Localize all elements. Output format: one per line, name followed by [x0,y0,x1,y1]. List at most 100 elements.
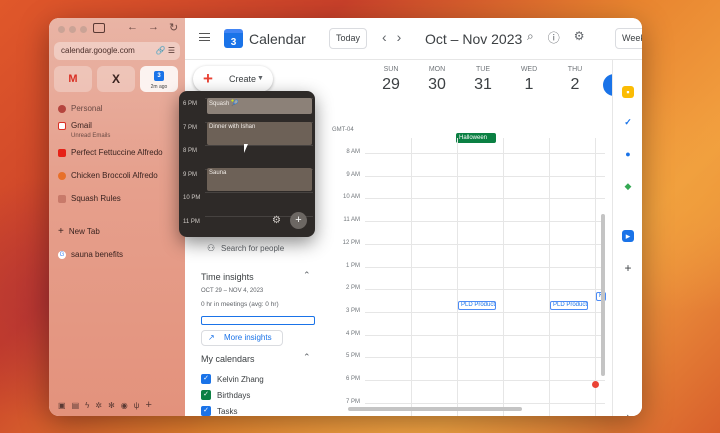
pinned-tab-gmail[interactable]: Gmail Unread Emails [58,121,110,139]
sidebar-toggle-icon[interactable] [93,23,105,33]
add-event-button[interactable]: + [290,212,307,229]
my-calendars-title[interactable]: My calendars [201,354,255,364]
add-icon[interactable]: + [145,400,151,411]
calendar-header: 3 Calendar Today ‹ › Oct – Nov 2023 ⌕ ⓘ … [185,18,642,60]
chevron-down-icon: ▼ [257,75,264,82]
hour-gridline [365,198,605,200]
popup-hour-label: 9 PM [183,171,198,178]
day-date: 31 [474,76,492,93]
gmail-icon: M [68,73,78,85]
minimize-window-button[interactable] [69,26,76,33]
zoom-icon[interactable]: ▸ [622,230,634,242]
search-people-input[interactable]: ⚇ Search for people [201,240,315,257]
wifi-icon[interactable]: ψ [134,401,140,410]
event-squash[interactable]: Squash 🎾 [207,98,312,114]
event-dinner-with-ishan[interactable]: Dinner with Ishan [207,122,312,145]
library-icon[interactable]: ▤ [72,401,80,410]
add-addon-icon[interactable]: + [622,262,634,274]
popup-hour-gridline [205,192,313,193]
allday-event-halloween[interactable]: Halloween [456,133,496,143]
chevron-up-icon[interactable]: ⌃ [303,270,311,281]
hour-label: 10 AM [342,194,360,201]
hour-gridline [365,221,605,223]
day-divider [595,138,596,416]
event-pld-product-thu[interactable]: PLD Product [550,301,588,310]
hour-gridline [365,153,605,154]
archive-icon[interactable]: ▣ [58,401,66,410]
close-window-button[interactable] [58,26,65,33]
hour-label: 3 PM [345,307,360,314]
pinned-tab-fettuccine[interactable]: Perfect Fettuccine Alfredo [58,148,163,157]
keep-icon[interactable]: ▪ [622,86,634,98]
space-label[interactable]: Personal [58,104,103,113]
gear-icon[interactable]: ⚙ [574,29,585,46]
favorite-x[interactable]: X [97,66,135,92]
search-people-placeholder: Search for people [221,244,285,253]
settings-icon[interactable]: ✲ [95,401,102,410]
boost-icon[interactable]: ϟ [85,401,89,410]
view-selector[interactable]: Week [615,28,642,49]
plus-icon: + [203,69,213,88]
tasks-icon[interactable]: ✓ [622,116,634,128]
insights-range: OCT 29 – NOV 4, 2023 [201,288,264,294]
day-name: WED [520,66,538,73]
hour-gridline [365,243,605,245]
day-header-tue[interactable]: TUE 31 [460,66,506,94]
window-controls[interactable] [58,26,87,33]
calendar-item-birthdays[interactable]: Birthdays [217,391,250,400]
nav-controls: ← → ↻ [127,21,178,34]
reload-icon[interactable]: ↻ [169,21,178,34]
back-arrow-icon[interactable]: ← [127,21,138,34]
popup-hour-label: 10 PM [183,195,201,201]
calendar-item-tasks[interactable]: Tasks [217,407,237,416]
gear-icon[interactable]: ⚙ [272,215,281,226]
day-header-mon[interactable]: MON 30 [414,66,460,94]
horizontal-scrollbar[interactable] [348,407,522,411]
url-bar[interactable]: calendar.google.com 🔗 ☰ [54,42,180,60]
day-header-wed[interactable]: WED 1 [506,66,552,94]
chevron-right-icon[interactable]: › [397,29,402,45]
day-header-thu[interactable]: THU 2 [552,66,598,94]
more-insights-button[interactable]: ↗ More insights [201,330,283,346]
pinned-tab-squash[interactable]: Squash Rules [58,194,121,203]
hour-label: 8 AM [346,149,360,155]
record-icon[interactable]: ◉ [121,401,128,410]
chevron-up-icon[interactable]: ⌃ [303,352,311,363]
main-menu-icon[interactable] [199,33,210,41]
create-button[interactable]: + Create ▼ [193,66,273,92]
event-pld-product-tue[interactable]: PLD Product [458,301,496,310]
checkbox-kelvin[interactable]: ✓ [201,374,211,384]
space-label-text: Personal [71,104,103,113]
pinned-tab-broccoli[interactable]: Chicken Broccoli Alfredo [58,171,158,180]
bug-icon[interactable]: ✻ [108,401,115,410]
checkbox-tasks[interactable]: ✓ [201,406,211,416]
checkbox-birthdays[interactable]: ✓ [201,390,211,400]
day-name: THU [567,66,583,73]
time-insights-title[interactable]: Time insights [201,272,254,282]
vertical-scrollbar[interactable] [601,214,605,376]
help-icon[interactable]: ⓘ [548,29,560,46]
event-sauna[interactable]: Sauna [207,168,312,191]
hour-gridline [365,402,605,404]
pinned-tab-label: Perfect Fettuccine Alfredo [71,148,163,157]
zoom-window-button[interactable] [80,26,87,33]
chevron-right-icon[interactable]: › [622,410,634,416]
chevron-left-icon[interactable]: ‹ [382,29,387,45]
day-header-sun[interactable]: SUN 29 [368,66,414,94]
hour-label: 9 AM [346,171,360,178]
new-tab-button[interactable]: + New Tab [58,226,100,237]
tab-sauna[interactable]: G sauna benefits [58,250,123,259]
favorite-calendar[interactable]: 3 2m ago [140,66,178,92]
contacts-icon[interactable]: ● [622,148,634,160]
link-icon[interactable]: 🔗 [156,46,166,55]
page-menu-icon[interactable]: ☰ [168,46,175,55]
hour-label: 12 PM [342,239,360,246]
maps-icon[interactable]: ◆ [622,180,634,192]
search-icon[interactable]: ⌕ [527,29,534,46]
calendar-item-kelvin[interactable]: Kelvin Zhang [217,375,264,384]
today-button[interactable]: Today [329,28,367,49]
favorite-gmail[interactable]: M [54,66,92,92]
day-name: MON [428,66,446,73]
forward-arrow-icon[interactable]: → [148,21,159,34]
hour-gridline [365,311,605,313]
